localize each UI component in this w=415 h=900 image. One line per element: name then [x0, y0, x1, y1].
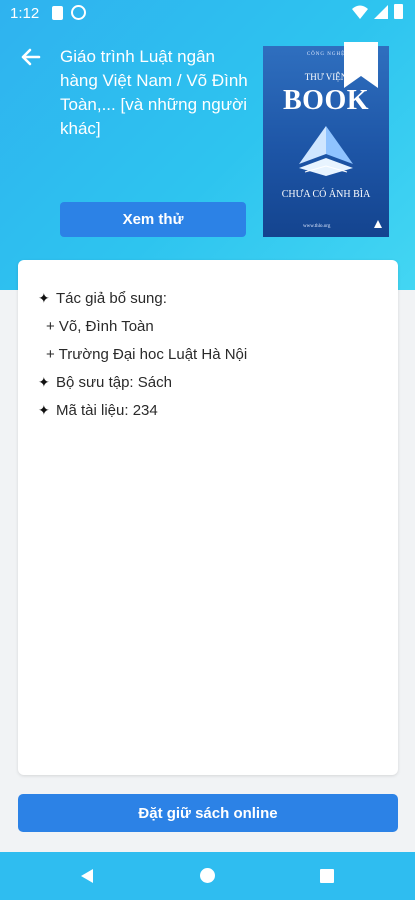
preview-button[interactable]: Xem thử: [60, 202, 246, 237]
sparkle-icon: ✦: [38, 401, 50, 418]
nav-back-icon[interactable]: [79, 868, 95, 884]
author-name: + Võ, Đình Toàn: [46, 317, 154, 335]
sync-icon: [71, 5, 86, 20]
details-card: ✦ Tác giả bổ sung: + Võ, Đình Toàn + Trư…: [18, 260, 398, 775]
doc-id-text: Mã tài liệu: 234: [56, 401, 158, 419]
details-list: ✦ Tác giả bổ sung: + Võ, Đình Toàn + Trư…: [38, 284, 247, 424]
wifi-icon: [352, 5, 368, 19]
status-bar: 1:12: [0, 0, 415, 28]
book-title: Giáo trình Luật ngân hàng Việt Nam / Võ …: [60, 47, 248, 138]
publisher-mark-icon: [374, 220, 382, 228]
sparkle-icon: ✦: [38, 289, 50, 306]
reserve-online-button[interactable]: Đặt giữ sách online: [18, 794, 398, 832]
signal-icon: [374, 4, 388, 19]
author-item: + Trường Đại hoc Luật Hà Nội: [38, 340, 247, 368]
sd-card-icon: [52, 6, 63, 20]
author-name: + Trường Đại hoc Luật Hà Nội: [46, 345, 248, 363]
collection-text: Bộ sưu tập: Sách: [56, 373, 172, 391]
cover-logo-icon: [299, 126, 353, 176]
battery-icon: [394, 4, 403, 19]
cover-title: BOOK: [282, 85, 369, 116]
authors-label: Tác giả bổ sung:: [56, 289, 167, 307]
arrow-left-icon: [21, 48, 41, 66]
system-nav-bar: [0, 852, 415, 900]
cover-url: www.thlo.org: [303, 224, 331, 229]
author-item: + Võ, Đình Toàn: [38, 312, 247, 340]
nav-recents-icon[interactable]: [320, 869, 334, 883]
sparkle-icon: ✦: [38, 373, 50, 390]
authors-label-line: ✦ Tác giả bổ sung:: [38, 284, 247, 312]
nav-home-icon[interactable]: [200, 868, 215, 883]
cover-caption: CHƯA CÓ ẢNH BÌA: [281, 189, 371, 200]
doc-id-line: ✦ Mã tài liệu: 234: [38, 396, 247, 424]
back-button[interactable]: [18, 44, 44, 70]
header: 1:12 Giáo trình Luật ngân hàng Việt Nam …: [0, 0, 415, 290]
bookmark-icon[interactable]: [344, 42, 378, 88]
status-time: 1:12: [10, 5, 40, 22]
status-icons: [352, 4, 403, 19]
collection-line: ✦ Bộ sưu tập: Sách: [38, 368, 247, 396]
